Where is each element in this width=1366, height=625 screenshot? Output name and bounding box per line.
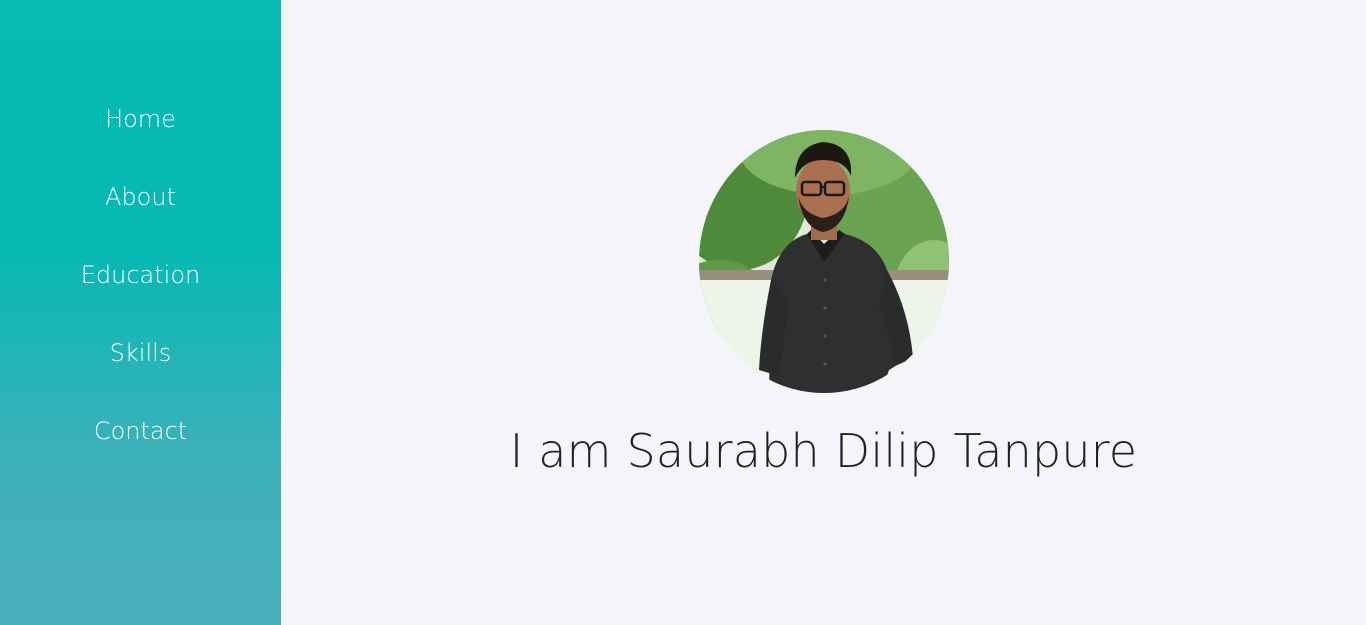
nav-list: Home About Education Skills Contact [0,98,281,488]
nav-item-home[interactable]: Home [0,98,281,176]
nav-item-skills[interactable]: Skills [0,332,281,410]
person-photo-icon [699,130,949,393]
profile-photo [699,130,949,393]
main-content: I am Saurabh Dilip Tanpure [281,0,1366,625]
nav-item-contact[interactable]: Contact [0,410,281,488]
sidebar: Home About Education Skills Contact [0,0,281,625]
nav-item-about[interactable]: About [0,176,281,254]
page: Home About Education Skills Contact I am… [0,0,1366,625]
page-title: I am Saurabh Dilip Tanpure [509,424,1138,478]
nav-item-education[interactable]: Education [0,254,281,332]
